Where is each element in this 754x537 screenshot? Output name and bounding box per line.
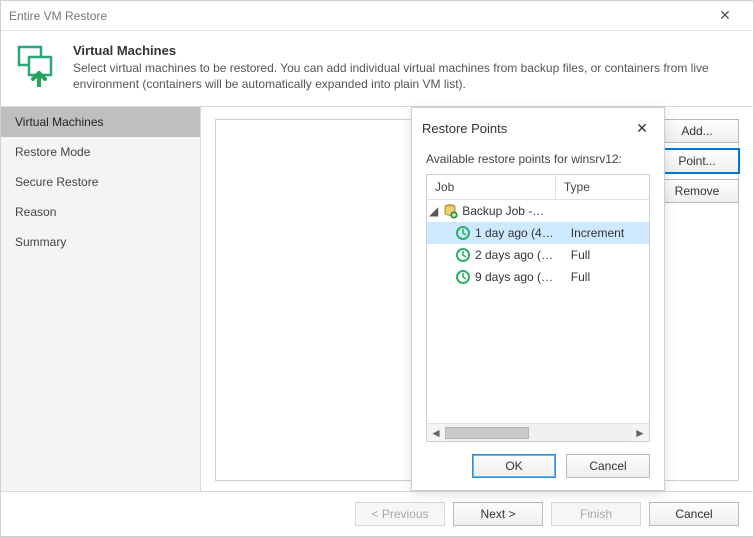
- window-title: Entire VM Restore: [9, 9, 705, 23]
- group-row[interactable]: ◢ Backup Job - winsrv12 (Backup Volume): [427, 200, 649, 222]
- group-label: Backup Job - winsrv12 (Backup Volume): [462, 204, 546, 218]
- restore-point-label: 2 days ago (10:01 PM Monday 8/7/...: [475, 248, 557, 262]
- nav-virtual-machines[interactable]: Virtual Machines: [1, 107, 200, 137]
- wizard-sidebar: Virtual Machines Restore Mode Secure Res…: [1, 107, 201, 491]
- scroll-thumb[interactable]: [445, 427, 529, 439]
- restore-point-type: Full: [563, 245, 649, 265]
- titlebar: Entire VM Restore ✕: [1, 1, 753, 31]
- nav-reason[interactable]: Reason: [1, 197, 200, 227]
- wizard-header: Virtual Machines Select virtual machines…: [1, 31, 753, 106]
- expand-caret-icon[interactable]: ◢: [429, 204, 438, 218]
- ok-button[interactable]: OK: [472, 454, 556, 478]
- grid-header: Job Type: [427, 175, 649, 200]
- dialog-button-bar: OK Cancel: [412, 442, 664, 490]
- grid-body: ◢ Backup Job - winsrv12 (Backup Volume): [427, 200, 649, 423]
- restore-point-icon: [455, 269, 471, 285]
- restore-point-icon: [455, 247, 471, 263]
- scroll-left-icon[interactable]: ◄: [427, 424, 445, 441]
- wizard-window: Entire VM Restore ✕ Virtual Machines Sel…: [0, 0, 754, 537]
- page-description: Select virtual machines to be restored. …: [73, 60, 739, 92]
- scroll-right-icon[interactable]: ►: [631, 424, 649, 441]
- wizard-cancel-button[interactable]: Cancel: [649, 502, 739, 526]
- nav-secure-restore[interactable]: Secure Restore: [1, 167, 200, 197]
- dialog-close-button[interactable]: ✕: [630, 116, 654, 140]
- restore-point-type: Increment: [563, 223, 649, 243]
- window-close-button[interactable]: ✕: [705, 7, 745, 24]
- column-header-job[interactable]: Job: [427, 175, 556, 199]
- next-button[interactable]: Next >: [453, 502, 543, 526]
- point-button[interactable]: Point...: [655, 149, 739, 173]
- horizontal-scrollbar[interactable]: ◄ ►: [427, 423, 649, 441]
- column-header-type[interactable]: Type: [556, 175, 649, 199]
- dialog-titlebar: Restore Points ✕: [412, 108, 664, 148]
- restore-point-type: Full: [563, 267, 649, 287]
- restore-point-row[interactable]: 1 day ago (4:25 PM Tuesday 8/8/20... Inc…: [427, 222, 649, 244]
- dialog-label: Available restore points for winsrv12:: [412, 148, 664, 174]
- finish-button: Finish: [551, 502, 641, 526]
- vm-restore-icon: [15, 43, 59, 87]
- side-button-bar: Add... Point... Remove: [655, 119, 739, 203]
- page-title: Virtual Machines: [73, 43, 739, 58]
- cancel-button[interactable]: Cancel: [566, 454, 650, 478]
- restore-point-label: 1 day ago (4:25 PM Tuesday 8/8/20...: [475, 226, 557, 240]
- main-content: Add... Point... Remove Restore Points ✕ …: [201, 107, 753, 491]
- previous-button: < Previous: [355, 502, 445, 526]
- nav-summary[interactable]: Summary: [1, 227, 200, 257]
- restore-point-row[interactable]: 2 days ago (10:01 PM Monday 8/7/... Full: [427, 244, 649, 266]
- restore-points-dialog: Restore Points ✕ Available restore point…: [411, 107, 665, 491]
- restore-points-grid: Job Type ◢ Backup Job - winsrv12 (Backup…: [426, 174, 650, 442]
- scroll-track[interactable]: [445, 424, 631, 441]
- restore-point-row[interactable]: 9 days ago (10:01 PM Monday 7/31... Full: [427, 266, 649, 288]
- remove-button[interactable]: Remove: [655, 179, 739, 203]
- backup-job-icon: [442, 203, 458, 219]
- wizard-body: Virtual Machines Restore Mode Secure Res…: [1, 106, 753, 491]
- dialog-title: Restore Points: [422, 121, 630, 136]
- restore-point-label: 9 days ago (10:01 PM Monday 7/31...: [475, 270, 557, 284]
- restore-point-icon: [455, 225, 471, 241]
- add-button[interactable]: Add...: [655, 119, 739, 143]
- wizard-footer: < Previous Next > Finish Cancel: [1, 491, 753, 536]
- nav-restore-mode[interactable]: Restore Mode: [1, 137, 200, 167]
